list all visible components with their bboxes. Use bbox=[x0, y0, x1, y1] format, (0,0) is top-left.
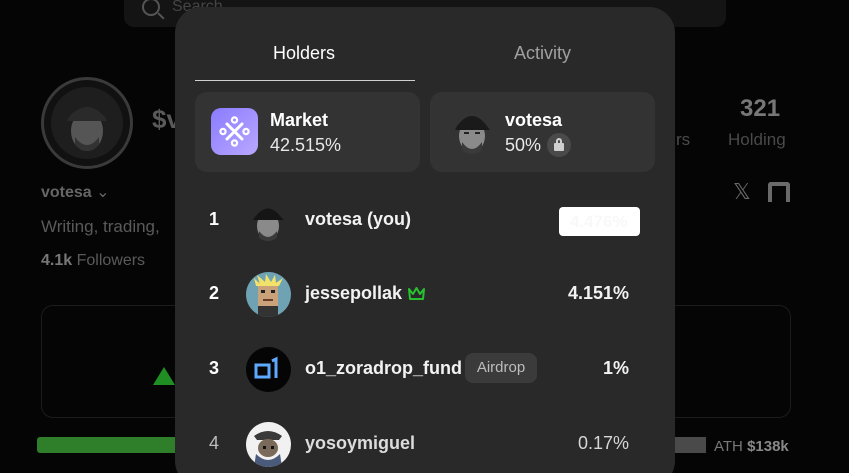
owner-avatar bbox=[450, 106, 494, 156]
progress-bar-fill bbox=[37, 437, 179, 453]
progress-bar-track bbox=[674, 437, 706, 453]
ath-label: ATH $138k bbox=[714, 438, 789, 455]
holder-percent-highlight: 4.476% bbox=[559, 207, 640, 236]
holder-row[interactable]: 3 o1_zoradrop_fund Airdrop 1% bbox=[195, 339, 655, 399]
holding-count: 321 bbox=[740, 95, 781, 122]
holders-modal: Holders Activity Market 42.515% votesa 5… bbox=[175, 7, 675, 473]
holder-avatar bbox=[246, 347, 291, 392]
holder-percent: 1% bbox=[602, 358, 629, 378]
holder-rank: 3 bbox=[209, 358, 220, 378]
holder-rank: 1 bbox=[209, 209, 220, 229]
holder-name: yosoymiguel bbox=[305, 433, 416, 453]
holder-name: o1_zoradrop_fund bbox=[305, 358, 463, 378]
holder-avatar bbox=[246, 272, 291, 317]
holder-name: votesa (you) bbox=[305, 209, 412, 229]
stat-label-partial: rs bbox=[676, 130, 691, 149]
social-link-icon[interactable] bbox=[768, 182, 790, 205]
followers-count[interactable]: 4.1k Followers bbox=[41, 252, 145, 270]
holder-percent: 0.17% bbox=[577, 433, 629, 453]
owner-card: votesa 50% bbox=[430, 92, 655, 172]
profile-username[interactable]: votesa ⌄ bbox=[41, 182, 110, 202]
market-card: Market 42.515% bbox=[195, 92, 420, 172]
holding-label: Holding bbox=[728, 130, 786, 149]
airdrop-tag: Airdrop bbox=[465, 353, 537, 383]
holder-avatar bbox=[246, 422, 291, 467]
holder-rank: 4 bbox=[209, 433, 220, 453]
owner-name: votesa bbox=[505, 110, 563, 130]
holder-rank: 2 bbox=[209, 283, 220, 303]
holder-row[interactable]: 1 votesa (you) 4.476% bbox=[195, 190, 655, 250]
market-title: Market bbox=[270, 110, 329, 130]
search-icon bbox=[142, 0, 160, 16]
holder-name: jessepollak bbox=[305, 283, 403, 303]
chevron-down-icon: ⌄ bbox=[96, 184, 110, 201]
holder-percent: 4.151% bbox=[567, 283, 629, 303]
x-icon[interactable]: 𝕏 bbox=[733, 179, 751, 205]
holder-percent: 4.476% bbox=[570, 212, 628, 231]
holder-avatar bbox=[246, 198, 291, 243]
profile-avatar[interactable] bbox=[41, 77, 133, 169]
lock-icon bbox=[547, 133, 571, 157]
modal-tabs: Holders Activity bbox=[195, 7, 655, 82]
tab-holders[interactable]: Holders bbox=[273, 43, 335, 64]
profile-bio: Writing, trading, bbox=[41, 217, 160, 236]
tab-activity[interactable]: Activity bbox=[514, 43, 571, 64]
crown-icon bbox=[408, 287, 425, 300]
holder-row[interactable]: 2 jessepollak 4.151% bbox=[195, 264, 655, 324]
holder-row[interactable]: 4 yosoymiguel 0.17% bbox=[195, 414, 655, 473]
up-arrow-icon bbox=[153, 367, 175, 385]
market-percent: 42.515% bbox=[270, 135, 342, 155]
owner-percent: 50% bbox=[505, 135, 542, 155]
market-icon bbox=[211, 108, 258, 155]
active-tab-indicator bbox=[195, 80, 415, 81]
